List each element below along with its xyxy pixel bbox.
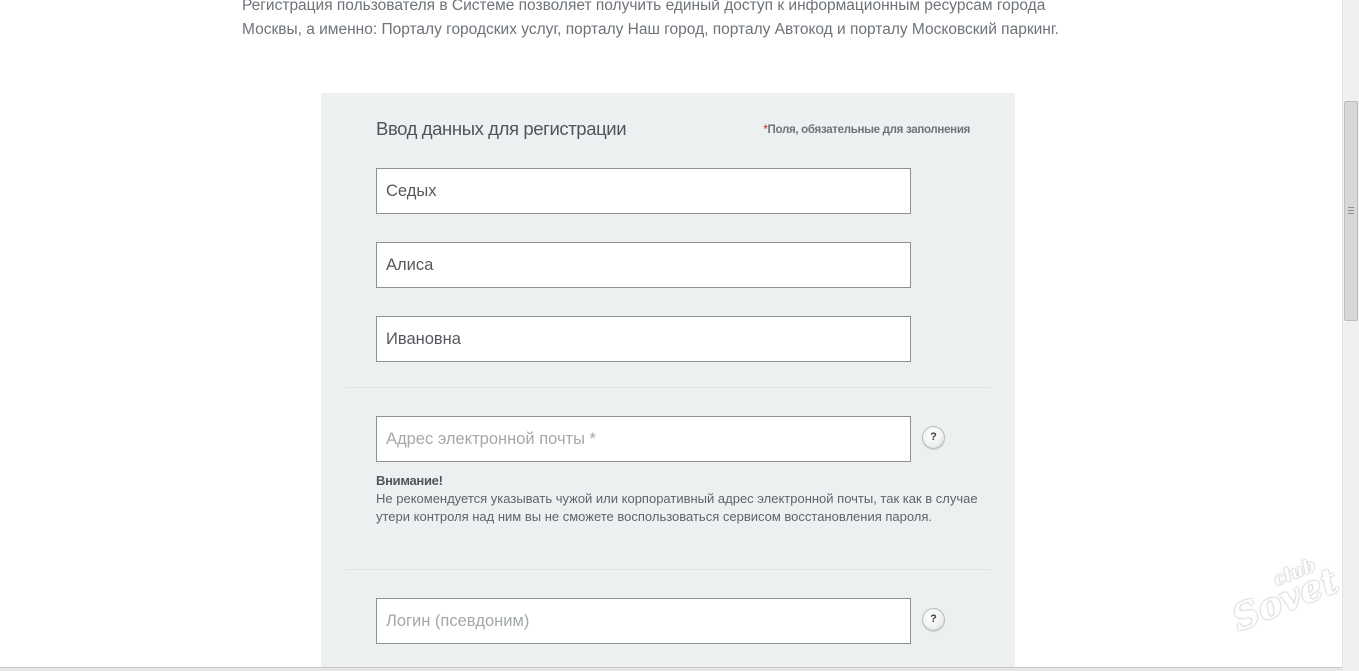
grip-icon <box>1348 207 1354 208</box>
section-divider <box>346 387 990 388</box>
login-field[interactable] <box>376 598 911 644</box>
email-field[interactable] <box>376 416 911 462</box>
required-note-text: Поля, обязательные для заполнения <box>767 124 971 136</box>
last-name-field[interactable] <box>376 168 911 214</box>
page: Регистрация пользователя в Системе позво… <box>0 0 1359 671</box>
watermark-logo: club Sovet <box>1223 551 1344 640</box>
section-divider <box>346 569 990 570</box>
form-title: Ввод данных для регистрации <box>376 118 627 139</box>
vertical-scrollbar[interactable] <box>1342 0 1359 671</box>
grip-icon <box>1348 213 1354 214</box>
warning-text: Не рекомендуется указывать чужой или кор… <box>376 491 978 524</box>
email-help-icon[interactable]: ? <box>922 426 945 449</box>
required-note: *Поля, обязательные для заполнения <box>763 124 970 136</box>
middle-name-field[interactable] <box>376 316 911 362</box>
grip-icon <box>1348 210 1354 211</box>
registration-form: Ввод данных для регистрации *Поля, обяза… <box>321 93 1015 671</box>
first-name-field[interactable] <box>376 242 911 288</box>
intro-text: Регистрация пользователя в Системе позво… <box>242 0 1059 38</box>
scroll-thumb[interactable] <box>1344 101 1358 321</box>
warning-title: Внимание! <box>376 473 443 488</box>
bottom-edge <box>0 667 1342 671</box>
login-help-icon[interactable]: ? <box>922 608 945 631</box>
